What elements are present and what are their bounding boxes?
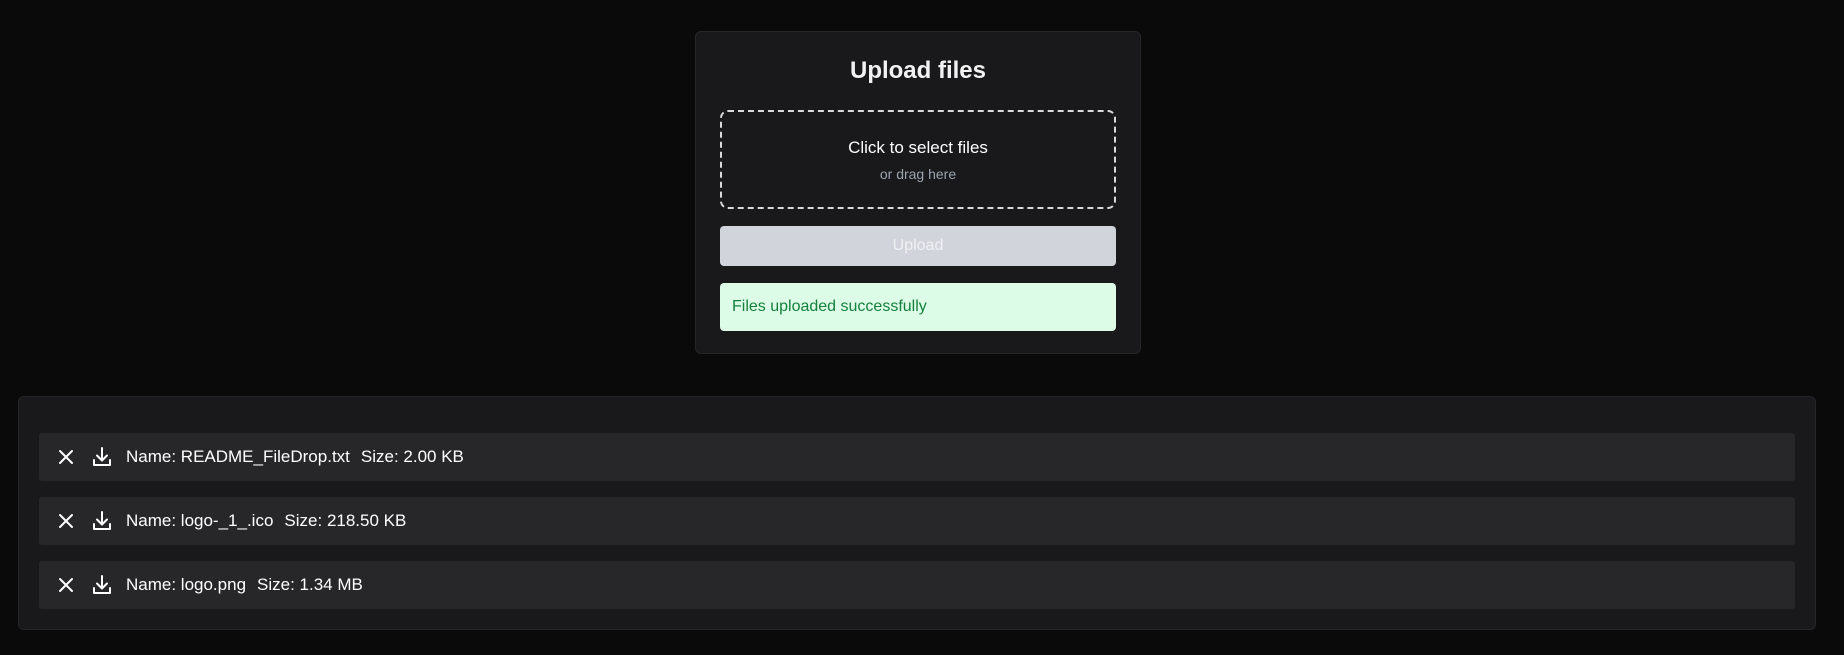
download-icon[interactable] [90,445,114,469]
file-dropzone[interactable]: Click to select files or drag here [720,110,1116,209]
file-info: Name: logo-_1_.ico Size: 218.50 KB [126,511,406,531]
file-row: Name: logo-_1_.ico Size: 218.50 KB [39,497,1795,545]
dropzone-primary-text: Click to select files [848,137,988,157]
file-name: Name: logo-_1_.ico [126,511,274,530]
file-info: Name: README_FileDrop.txt Size: 2.00 KB [126,447,464,467]
success-message: Files uploaded successfully [720,283,1116,331]
close-icon[interactable] [54,445,78,469]
download-icon[interactable] [90,573,114,597]
file-row: Name: logo.png Size: 1.34 MB [39,561,1795,609]
dropzone-secondary-text: or drag here [879,165,957,182]
close-icon[interactable] [54,509,78,533]
file-size: Size: 218.50 KB [284,511,407,530]
upload-button[interactable]: Upload [720,226,1116,266]
file-name: Name: logo.png [126,575,247,594]
download-icon[interactable] [90,509,114,533]
file-list-panel: Name: README_FileDrop.txt Size: 2.00 KB N… [18,396,1816,630]
upload-title: Upload files [849,57,987,84]
close-icon[interactable] [54,573,78,597]
file-row: Name: README_FileDrop.txt Size: 2.00 KB [39,433,1795,481]
file-size: Size: 2.00 KB [360,447,464,466]
file-size: Size: 1.34 MB [257,575,363,594]
upload-card: Upload files Click to select files or dr… [695,31,1141,354]
page: Upload files Click to select files or dr… [0,0,1844,655]
file-name: Name: README_FileDrop.txt [126,447,350,466]
file-info: Name: logo.png Size: 1.34 MB [126,575,363,595]
